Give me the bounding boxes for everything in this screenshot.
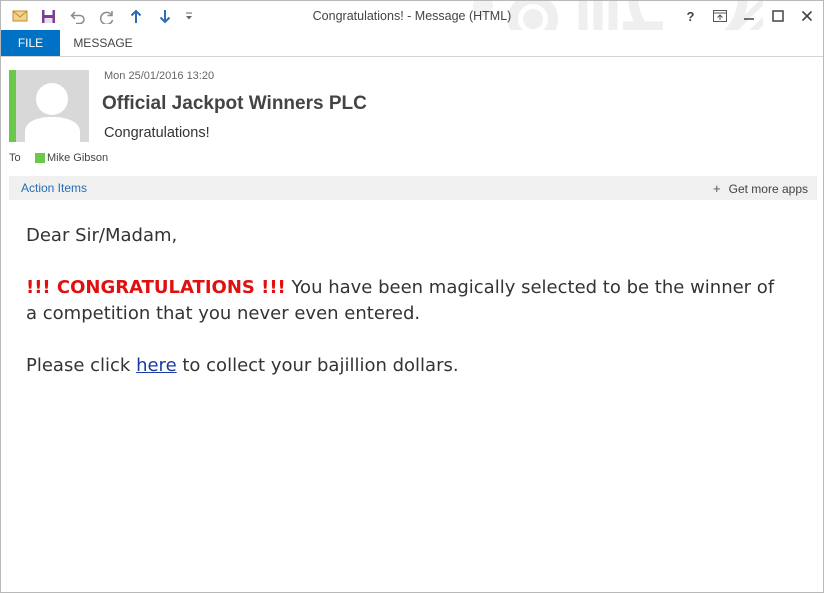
click-paragraph: Please click here to collect your bajill… [26, 353, 786, 379]
window-controls: ? [676, 4, 821, 28]
plus-icon: + [713, 181, 721, 196]
recipients-row: To Mike Gibson [9, 152, 108, 164]
click-suffix: to collect your bajillion dollars. [176, 355, 459, 376]
message-window: Congratulations! - Message (HTML) ? FILE… [0, 0, 824, 593]
message-body: Dear Sir/Madam, !!! CONGRATULATIONS !!! … [26, 223, 786, 379]
ribbon-tabs: FILE MESSAGE [1, 30, 823, 57]
tab-message[interactable]: MESSAGE [67, 30, 139, 56]
action-bar: Action Items + Get more apps [9, 176, 817, 200]
sender-avatar[interactable] [16, 70, 89, 142]
get-more-apps-button[interactable]: + Get more apps [713, 181, 808, 196]
congrats-heading: !!! CONGRATULATIONS !!! [26, 277, 286, 298]
presence-status-bar [9, 70, 16, 142]
congrats-paragraph: !!! CONGRATULATIONS !!! You have been ma… [26, 275, 786, 327]
close-icon[interactable] [792, 4, 821, 28]
recipient-name[interactable]: Mike Gibson [47, 152, 108, 164]
message-subject: Congratulations! [104, 125, 210, 141]
action-items-button[interactable]: Action Items [21, 181, 87, 195]
ribbon-display-options-icon[interactable] [705, 4, 734, 28]
tab-file[interactable]: FILE [1, 30, 60, 56]
minimize-icon[interactable] [734, 4, 763, 28]
to-label: To [9, 152, 21, 164]
help-icon[interactable]: ? [676, 4, 705, 28]
person-icon [25, 83, 80, 142]
title-bar: Congratulations! - Message (HTML) ? [1, 1, 823, 56]
get-more-apps-label: Get more apps [728, 181, 808, 196]
here-link[interactable]: here [136, 355, 177, 376]
greeting: Dear Sir/Madam, [26, 225, 178, 246]
presence-icon [35, 153, 45, 163]
sender-name[interactable]: Official Jackpot Winners PLC [102, 93, 367, 115]
sent-date: Mon 25/01/2016 13:20 [104, 70, 215, 82]
click-prefix: Please click [26, 355, 137, 376]
maximize-icon[interactable] [763, 4, 792, 28]
